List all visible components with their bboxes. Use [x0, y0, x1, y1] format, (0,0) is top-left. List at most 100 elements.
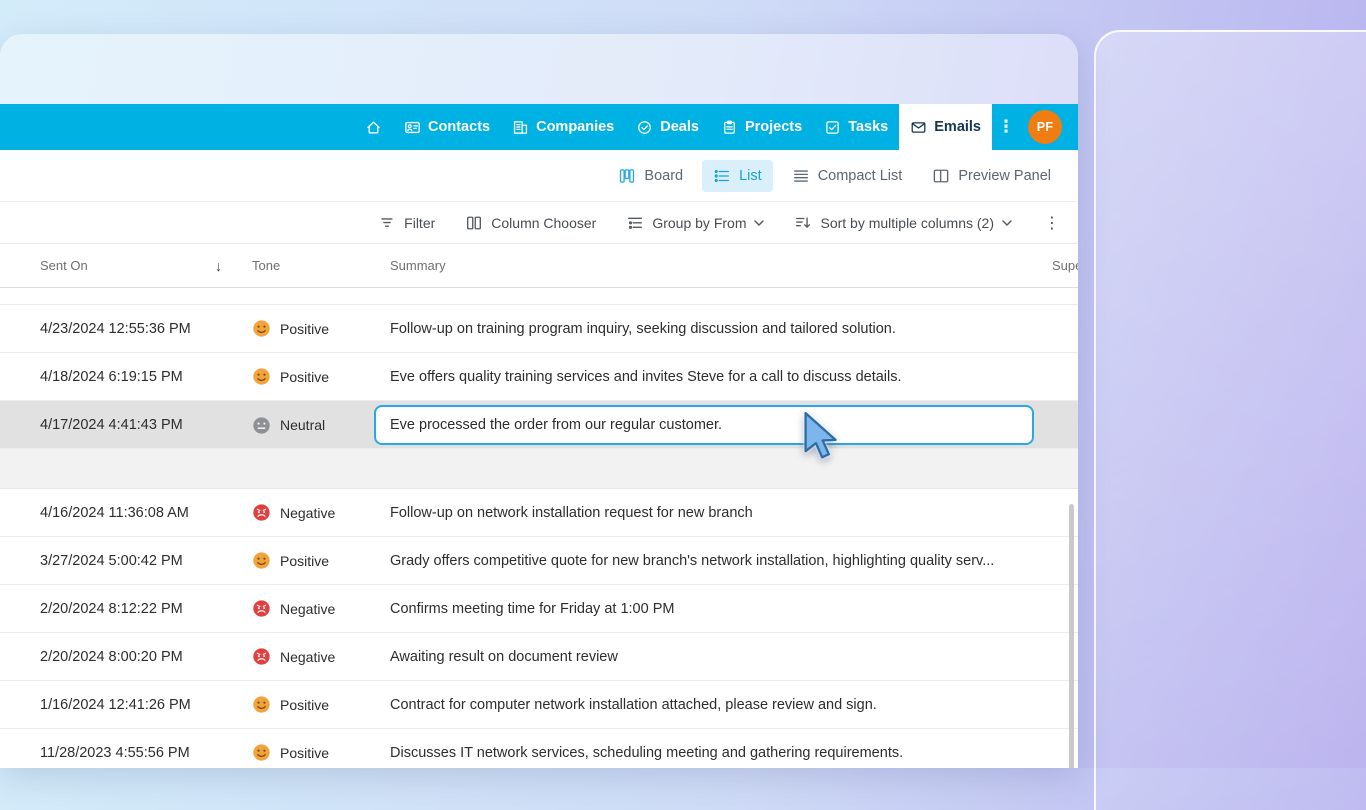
tone-face-icon [252, 599, 271, 618]
sent-on-cell: 4/17/2024 4:41:43 PM [0, 417, 252, 433]
table-row[interactable]: 2/20/2024 8:00:20 PM Negative Awaiting r… [0, 633, 1078, 681]
table-row[interactable]: 4/16/2024 11:36:08 AM Negative Follow-up… [0, 489, 1078, 537]
contacts-icon [404, 119, 421, 136]
nav-item-tasks[interactable]: Tasks [813, 104, 899, 150]
board-icon [618, 167, 636, 185]
summary-cell[interactable]: Follow-up on training program inquiry, s… [374, 321, 1034, 337]
tone-label: Positive [280, 697, 329, 713]
summary-cell[interactable]: Awaiting result on document review [374, 649, 1034, 665]
toolbar-overflow-button[interactable]: ⋮ [1042, 213, 1062, 233]
tone-label: Negative [280, 505, 335, 521]
nav-item-label: Companies [536, 119, 614, 135]
column-chooser-label: Column Chooser [491, 215, 596, 231]
tone-face-icon [252, 647, 271, 666]
summary-cell[interactable]: Discusses IT network services, schedulin… [374, 745, 1034, 761]
table-header: Sent On ↓ Tone Summary Supe [0, 244, 1078, 288]
table-row[interactable]: 2/20/2024 8:12:22 PM Negative Confirms m… [0, 585, 1078, 633]
chevron-down-icon [1002, 220, 1012, 226]
tone-cell: Positive [252, 695, 374, 714]
summary-cell[interactable]: Eve processed the order from our regular… [374, 405, 1034, 445]
tone-label: Positive [280, 745, 329, 761]
view-option-compact-list[interactable]: Compact List [781, 160, 914, 192]
column-chooser-icon [465, 214, 483, 232]
tone-label: Negative [280, 601, 335, 617]
emails-icon [910, 119, 927, 136]
view-option-label: List [739, 168, 762, 184]
view-switcher: Board List Compact List Preview Panel [0, 150, 1078, 202]
table-row[interactable]: 11/28/2023 4:55:56 PM Positive Discusses… [0, 729, 1078, 768]
table-row[interactable]: 1/16/2024 12:41:26 PM Positive Contract … [0, 681, 1078, 729]
table-row[interactable]: 4/18/2024 6:19:15 PM Positive Eve offers… [0, 353, 1078, 401]
tone-face-icon [252, 367, 271, 386]
column-header-tone[interactable]: Tone [252, 258, 374, 273]
summary-cell[interactable]: Confirms meeting time for Friday at 1:00… [374, 601, 1034, 617]
app-window: Contacts Companies Deals Projects Tasks … [0, 34, 1078, 768]
nav-item-deals[interactable]: Deals [625, 104, 710, 150]
nav-item-emails[interactable]: Emails [899, 104, 992, 150]
positive-face-icon [252, 319, 271, 338]
column-header-label: Sent On [40, 258, 88, 273]
tone-label: Positive [280, 553, 329, 569]
summary-cell[interactable]: Contract for computer network installati… [374, 697, 1034, 713]
preview-panel-icon [932, 167, 950, 185]
vertical-scrollbar[interactable] [1069, 504, 1074, 768]
group-by-button[interactable]: Group by From [626, 214, 764, 232]
positive-face-icon [252, 743, 271, 762]
tone-face-icon [252, 743, 271, 762]
summary-cell[interactable]: Eve offers quality training services and… [374, 369, 1034, 385]
tone-cell: Positive [252, 367, 374, 386]
nav-overflow-button[interactable]: ⋮ [992, 117, 1020, 137]
tasks-icon [824, 119, 841, 136]
tone-cell: Positive [252, 319, 374, 338]
sent-on-cell: 4/18/2024 6:19:15 PM [0, 369, 252, 385]
tone-face-icon [252, 319, 271, 338]
view-option-preview-panel[interactable]: Preview Panel [921, 160, 1062, 192]
background-window [1094, 30, 1366, 810]
view-option-list[interactable]: List [702, 160, 773, 192]
deals-icon [636, 119, 653, 136]
column-header-clipped[interactable]: Supe [1034, 258, 1078, 273]
nav-item-label: Projects [745, 119, 802, 135]
sent-on-cell: 2/20/2024 8:00:20 PM [0, 649, 252, 665]
nav-item-projects[interactable]: Projects [710, 104, 813, 150]
avatar[interactable]: PF [1028, 110, 1062, 144]
negative-face-icon [252, 503, 271, 522]
filter-label: Filter [404, 215, 435, 231]
table-row[interactable]: 4/17/2024 4:41:43 PM Neutral Eve process… [0, 401, 1078, 449]
tone-label: Neutral [280, 417, 325, 433]
column-header-summary[interactable]: Summary [374, 258, 1034, 273]
view-option-board[interactable]: Board [607, 160, 694, 192]
table-row[interactable]: 4/23/2024 12:55:36 PM Positive Follow-up… [0, 305, 1078, 353]
window-chrome [0, 34, 1078, 104]
home-icon [365, 119, 382, 136]
tone-face-icon [252, 695, 271, 714]
nav-item-companies[interactable]: Companies [501, 104, 625, 150]
column-header-sent-on[interactable]: Sent On ↓ [0, 258, 252, 274]
sort-descending-icon[interactable]: ↓ [215, 258, 222, 274]
nav-item-label: Tasks [848, 119, 888, 135]
filter-button[interactable]: Filter [378, 214, 435, 232]
group-spacer-row [0, 449, 1078, 489]
nav-item-contacts[interactable]: Contacts [393, 104, 501, 150]
sent-on-cell: 4/16/2024 11:36:08 AM [0, 505, 252, 521]
filter-icon [378, 214, 396, 232]
sent-on-cell: 2/20/2024 8:12:22 PM [0, 601, 252, 617]
view-option-label: Board [644, 168, 683, 184]
list-icon [713, 167, 731, 185]
tone-cell: Positive [252, 551, 374, 570]
summary-cell[interactable]: Grady offers competitive quote for new b… [374, 553, 1034, 569]
column-chooser-button[interactable]: Column Chooser [465, 214, 596, 232]
sort-button[interactable]: Sort by multiple columns (2) [794, 214, 1012, 232]
projects-icon [721, 119, 738, 136]
chevron-down-icon [754, 220, 764, 226]
group-by-icon [626, 214, 644, 232]
table-row[interactable]: 3/27/2024 5:00:42 PM Positive Grady offe… [0, 537, 1078, 585]
companies-icon [512, 119, 529, 136]
positive-face-icon [252, 551, 271, 570]
summary-cell[interactable]: Follow-up on network installation reques… [374, 505, 1034, 521]
nav-item-label: Contacts [428, 119, 490, 135]
compact-list-icon [792, 167, 810, 185]
sent-on-cell: 11/28/2023 4:55:56 PM [0, 745, 252, 761]
nav-item-home[interactable] [354, 104, 393, 150]
tone-cell: Negative [252, 647, 374, 666]
